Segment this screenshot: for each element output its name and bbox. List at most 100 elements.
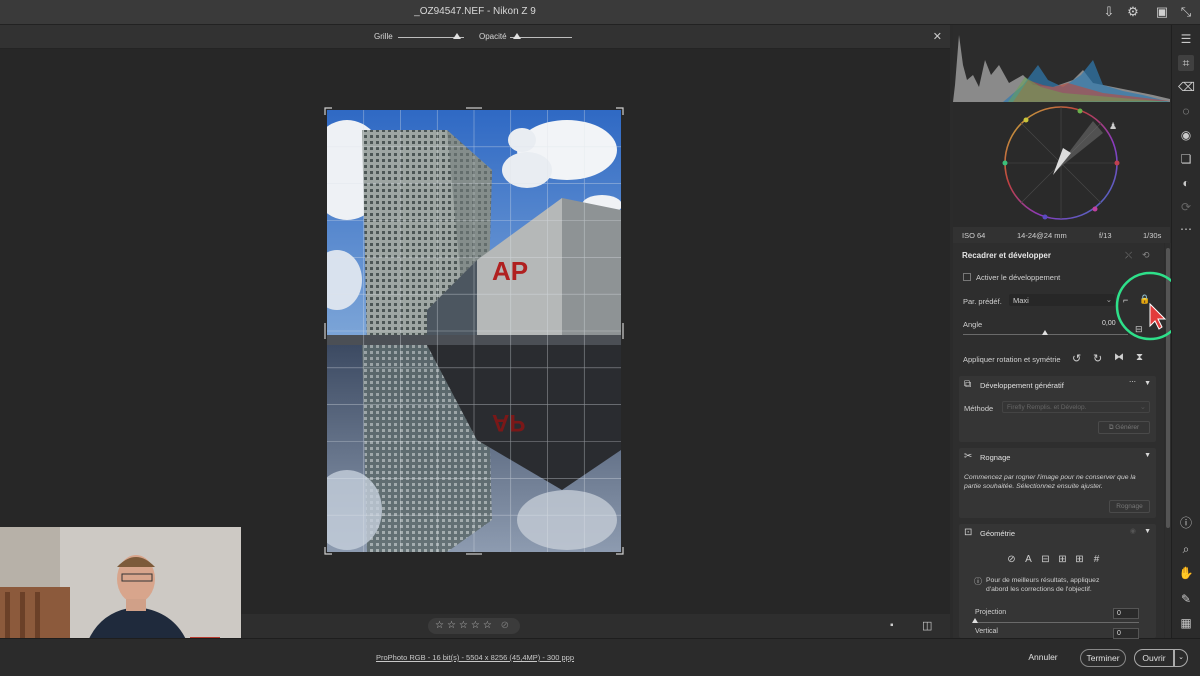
mouse-cursor-icon: [1149, 302, 1167, 330]
compare-view-icon[interactable]: ◫: [922, 619, 932, 632]
reset-panel-icon[interactable]: ⟲: [1142, 250, 1150, 261]
crop-handles[interactable]: [320, 103, 628, 559]
geometry-icon: ⊡: [964, 527, 973, 538]
method-label: Méthode: [964, 404, 994, 413]
upright-off-icon[interactable]: ⊘: [1005, 553, 1018, 566]
geometry-info-line1: Pour de meilleurs résultats, appliquez: [986, 577, 1100, 584]
iso-value: ISO 64: [962, 231, 986, 240]
generate-button[interactable]: ⧉ Générer: [1098, 421, 1150, 434]
crop-hint-line1: Commencez par rogner l'image pour ne con…: [964, 474, 1136, 481]
upright-full-icon[interactable]: ⊞: [1073, 553, 1086, 566]
grid-slider-thumb[interactable]: [453, 33, 462, 39]
eyedropper-icon[interactable]: ✎: [1178, 591, 1194, 607]
generative-expand-header[interactable]: ⧉ Développement génératif ⋯ ▼: [959, 376, 1156, 394]
geometry-section: ⊡ Géométrie ◉ ▼ ⊘ A ⊟ ⊞ ⊞ # ⓘ Pour de me…: [959, 524, 1156, 639]
star-rating-stars[interactable]: ☆☆☆☆☆: [435, 620, 495, 631]
upright-guided-icon[interactable]: #: [1090, 553, 1103, 566]
gear-icon[interactable]: ⚙: [1125, 4, 1141, 20]
projection-slider-thumb[interactable]: [972, 618, 978, 623]
chevron-down-icon: ⌄: [1139, 402, 1146, 411]
lens-value: 14-24@24 mm: [1017, 231, 1067, 240]
angle-label: Angle: [963, 320, 983, 329]
mask-icon[interactable]: ◌: [1178, 103, 1194, 119]
upright-auto-icon[interactable]: A: [1022, 553, 1035, 566]
crop-overlay-toolbar: Grille Opacité ✕: [0, 25, 950, 49]
tool-rail: ☰ ⌗ ⌫ ◌ ◉ ❏ ◐ ⟳ ⋯ ⓘ ⌕ ✋ ✎ ▦: [1171, 25, 1200, 638]
info-icon[interactable]: ⓘ: [1178, 515, 1194, 531]
reset-icon[interactable]: ⟳: [1178, 199, 1194, 215]
projection-slider[interactable]: [975, 622, 1139, 623]
geometry-info-line2: d'abord les corrections de l'objectif.: [986, 586, 1092, 593]
single-view-icon[interactable]: ▪: [890, 620, 894, 631]
eraser-icon[interactable]: ⌫: [1178, 79, 1195, 95]
crop-section-header[interactable]: ✂ Rognage ▼: [959, 448, 1156, 466]
preset-value: Maxi: [1013, 296, 1029, 305]
caret-down-icon[interactable]: ▼: [1144, 452, 1151, 459]
done-button[interactable]: Terminer: [1080, 649, 1126, 667]
geometry-title: Géométrie: [980, 529, 1016, 538]
zoom-icon[interactable]: ⌕: [1178, 541, 1194, 557]
edit-sliders-icon[interactable]: ☰: [1178, 31, 1194, 47]
vertical-value[interactable]: 0: [1113, 628, 1139, 639]
upright-modes: ⊘ A ⊟ ⊞ ⊞ #: [1005, 553, 1105, 566]
opacity-slider-thumb[interactable]: [513, 33, 522, 39]
open-button[interactable]: Ouvrir: [1134, 649, 1174, 667]
more-icon[interactable]: ⋯: [1178, 221, 1194, 237]
projection-value[interactable]: 0: [1113, 608, 1139, 619]
present-icon[interactable]: ▣: [1154, 4, 1170, 20]
open-menu-chevron-icon[interactable]: ⌄: [1174, 649, 1188, 667]
auto-straighten-icon[interactable]: ⤬: [1125, 250, 1132, 261]
generate-icon: ⧉: [1108, 424, 1114, 431]
redeye-icon[interactable]: ◉: [1178, 127, 1194, 143]
vertical-label: Vertical: [975, 628, 998, 635]
flip-horizontal-icon[interactable]: ⧓: [1114, 352, 1124, 363]
file-info-link[interactable]: ProPhoto RGB - 16 bit(s) - 5504 x 8256 (…: [376, 653, 574, 662]
generative-expand-icon: ⧉: [964, 379, 972, 390]
color-wheel-graph: ♟: [1002, 106, 1120, 220]
histogram-graph: [953, 35, 1170, 102]
rotate-right-icon[interactable]: ↻: [1093, 352, 1102, 365]
grid-icon[interactable]: ▦: [1178, 615, 1194, 631]
method-select[interactable]: Firefly Remplis. et Dévelop. ⌄: [1002, 401, 1150, 413]
export-icon[interactable]: ⇩: [1101, 4, 1117, 20]
upright-level-icon[interactable]: ⊟: [1039, 553, 1052, 566]
presets-icon[interactable]: ❏: [1178, 151, 1194, 167]
collapse-icon[interactable]: ⤡: [1178, 4, 1194, 20]
scissors-icon: ✂: [964, 451, 973, 462]
more-options-icon[interactable]: ⋯: [1129, 378, 1136, 386]
visibility-eye-icon[interactable]: ◉: [1130, 527, 1136, 535]
crop-section-title: Rognage: [980, 453, 1011, 462]
rating-bar: ☆☆☆☆☆ ⊘ ▪ ◫: [242, 614, 950, 638]
star-rating[interactable]: ☆☆☆☆☆ ⊘: [428, 618, 520, 634]
projection-label: Projection: [975, 609, 1007, 616]
generative-expand-title: Développement génératif: [980, 381, 1064, 390]
preset-select[interactable]: Maxi ⌄: [1009, 294, 1115, 306]
close-icon[interactable]: ✕: [933, 30, 942, 43]
enable-develop-checkbox[interactable]: [963, 273, 971, 281]
skin-tone-icon: ♟: [1109, 122, 1117, 132]
color-wheel-scope: ♟: [953, 103, 1170, 227]
title-bar: _OZ94547.NEF - Nikon Z 9 ⇩ ⚙ ▣ ⤡: [0, 0, 1200, 25]
caret-down-icon[interactable]: ▼: [1144, 380, 1151, 387]
crop-hint-line2: partie souhaitée. Sélectionnez ensuite a…: [964, 483, 1103, 490]
crop-section: ✂ Rognage ▼ Commencez par rogner l'image…: [959, 448, 1156, 518]
method-value: Firefly Remplis. et Dévelop.: [1007, 403, 1087, 411]
aperture-value: f/13: [1099, 231, 1112, 240]
panel-title: Recadrer et développer: [962, 251, 1051, 260]
angle-slider-thumb[interactable]: [1042, 330, 1048, 335]
info-icon: ⓘ: [974, 577, 982, 586]
geometry-header[interactable]: ⊡ Géométrie ◉ ▼: [959, 524, 1156, 542]
rotate-left-icon[interactable]: ↺: [1072, 352, 1081, 365]
crop-button[interactable]: Rognage: [1109, 500, 1150, 513]
caret-down-icon[interactable]: ▼: [1144, 528, 1151, 535]
exif-bar: ISO 64 14-24@24 mm f/13 1/30s: [953, 227, 1170, 243]
flip-vertical-icon[interactable]: ⧗: [1136, 352, 1143, 363]
snapshot-icon[interactable]: ◐: [1178, 175, 1194, 191]
cancel-button[interactable]: Annuler: [1020, 649, 1066, 667]
footer-bar: ProPhoto RGB - 16 bit(s) - 5504 x 8256 (…: [0, 638, 1200, 676]
shutter-value: 1/30s: [1143, 231, 1162, 240]
hand-icon[interactable]: ✋: [1178, 565, 1194, 581]
crop-icon[interactable]: ⌗: [1178, 55, 1194, 71]
reject-icon[interactable]: ⊘: [501, 620, 512, 631]
upright-vertical-icon[interactable]: ⊞: [1056, 553, 1069, 566]
